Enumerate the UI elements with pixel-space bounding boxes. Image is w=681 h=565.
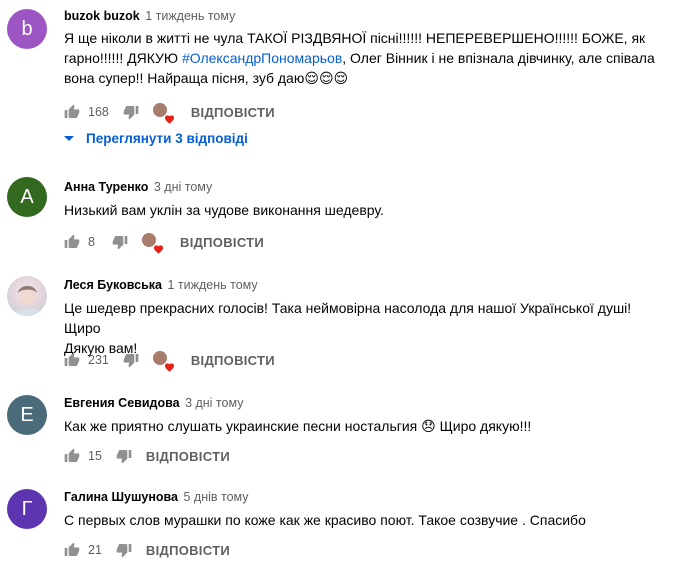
comment-actions: 8 ВІДПОВІСТИ bbox=[64, 232, 264, 252]
author-avatar[interactable] bbox=[7, 276, 47, 316]
heart-icon bbox=[164, 114, 175, 124]
reply-button[interactable]: ВІДПОВІСТИ bbox=[191, 353, 275, 368]
thumb-up-icon[interactable] bbox=[64, 542, 80, 558]
author-name[interactable]: Леся Буковська bbox=[64, 278, 162, 292]
comment-time[interactable]: 3 дні тому bbox=[185, 396, 243, 410]
thumb-down-icon[interactable] bbox=[112, 234, 128, 250]
thumb-down-icon[interactable] bbox=[123, 352, 139, 368]
view-replies-label: Переглянути 3 відповіді bbox=[86, 131, 248, 146]
author-avatar[interactable]: Е bbox=[7, 395, 47, 435]
comment-actions: 15 ВІДПОВІСТИ bbox=[64, 446, 230, 466]
profile-photo-icon bbox=[13, 285, 43, 316]
thumb-down-icon[interactable] bbox=[116, 448, 132, 464]
comment-time[interactable]: 5 днів тому bbox=[184, 490, 249, 504]
thumb-down-icon[interactable] bbox=[116, 542, 132, 558]
comment-time[interactable]: 1 тиждень тому bbox=[145, 9, 235, 23]
comment-time[interactable]: 1 тиждень тому bbox=[167, 278, 257, 292]
reply-button[interactable]: ВІДПОВІСТИ bbox=[180, 235, 264, 250]
comment-header: Евгения Севидова 3 дні тому bbox=[64, 396, 243, 410]
creator-heart bbox=[152, 351, 171, 369]
view-replies-button[interactable]: Переглянути 3 відповіді bbox=[64, 131, 248, 146]
author-name[interactable]: buzok buzok bbox=[64, 9, 140, 23]
hashtag-link[interactable]: #ОлександрПономарьов bbox=[182, 50, 342, 66]
reply-button[interactable]: ВІДПОВІСТИ bbox=[146, 449, 230, 464]
comment-header: Анна Туренко 3 дні тому bbox=[64, 180, 212, 194]
author-name[interactable]: Анна Туренко bbox=[64, 180, 148, 194]
like-count: 168 bbox=[88, 105, 109, 119]
author-name[interactable]: Евгения Севидова bbox=[64, 396, 180, 410]
like-count: 15 bbox=[88, 449, 102, 463]
like-count: 21 bbox=[88, 543, 102, 557]
like-count: 8 bbox=[88, 235, 95, 249]
creator-heart bbox=[142, 233, 160, 251]
comment-actions: 231 ВІДПОВІСТИ bbox=[64, 350, 275, 370]
heart-icon bbox=[153, 244, 164, 254]
thumb-up-icon[interactable] bbox=[64, 448, 80, 464]
comment-actions: 21 ВІДПОВІСТИ bbox=[64, 540, 230, 560]
thumb-up-icon[interactable] bbox=[64, 104, 80, 120]
thumb-up-icon[interactable] bbox=[64, 352, 80, 368]
reply-button[interactable]: ВІДПОВІСТИ bbox=[191, 105, 275, 120]
thumb-down-icon[interactable] bbox=[123, 104, 139, 120]
author-avatar[interactable]: b bbox=[7, 9, 47, 49]
comment-header: Галина Шушунова 5 днів тому bbox=[64, 490, 249, 504]
reply-button[interactable]: ВІДПОВІСТИ bbox=[146, 543, 230, 558]
like-count: 231 bbox=[88, 353, 109, 367]
comment-text: С первых слов мурашки по коже как же кра… bbox=[64, 512, 586, 528]
comment-text: Я ще ніколи в житті не чула ТАКОЇ РІЗДВЯ… bbox=[64, 28, 664, 88]
comment-actions: 168 ВІДПОВІСТИ bbox=[64, 102, 275, 122]
heart-icon bbox=[164, 362, 175, 372]
creator-heart bbox=[152, 103, 171, 121]
comment-text: Как же приятно слушать украинские песни … bbox=[64, 418, 532, 434]
comment-text: Низький вам уклін за чудове виконання ше… bbox=[64, 202, 384, 218]
comment-time[interactable]: 3 дні тому bbox=[154, 180, 212, 194]
comment-text: Це шедевр прекрасних голосів! Така неймо… bbox=[64, 300, 632, 356]
comment-header: buzok buzok 1 тиждень тому bbox=[64, 9, 235, 23]
author-name[interactable]: Галина Шушунова bbox=[64, 490, 178, 504]
comment-header: Леся Буковська 1 тиждень тому bbox=[64, 278, 258, 292]
thumb-up-icon[interactable] bbox=[64, 234, 80, 250]
author-avatar[interactable]: A bbox=[7, 177, 47, 217]
chevron-down-icon bbox=[64, 135, 74, 141]
author-avatar[interactable]: Г bbox=[7, 489, 47, 529]
